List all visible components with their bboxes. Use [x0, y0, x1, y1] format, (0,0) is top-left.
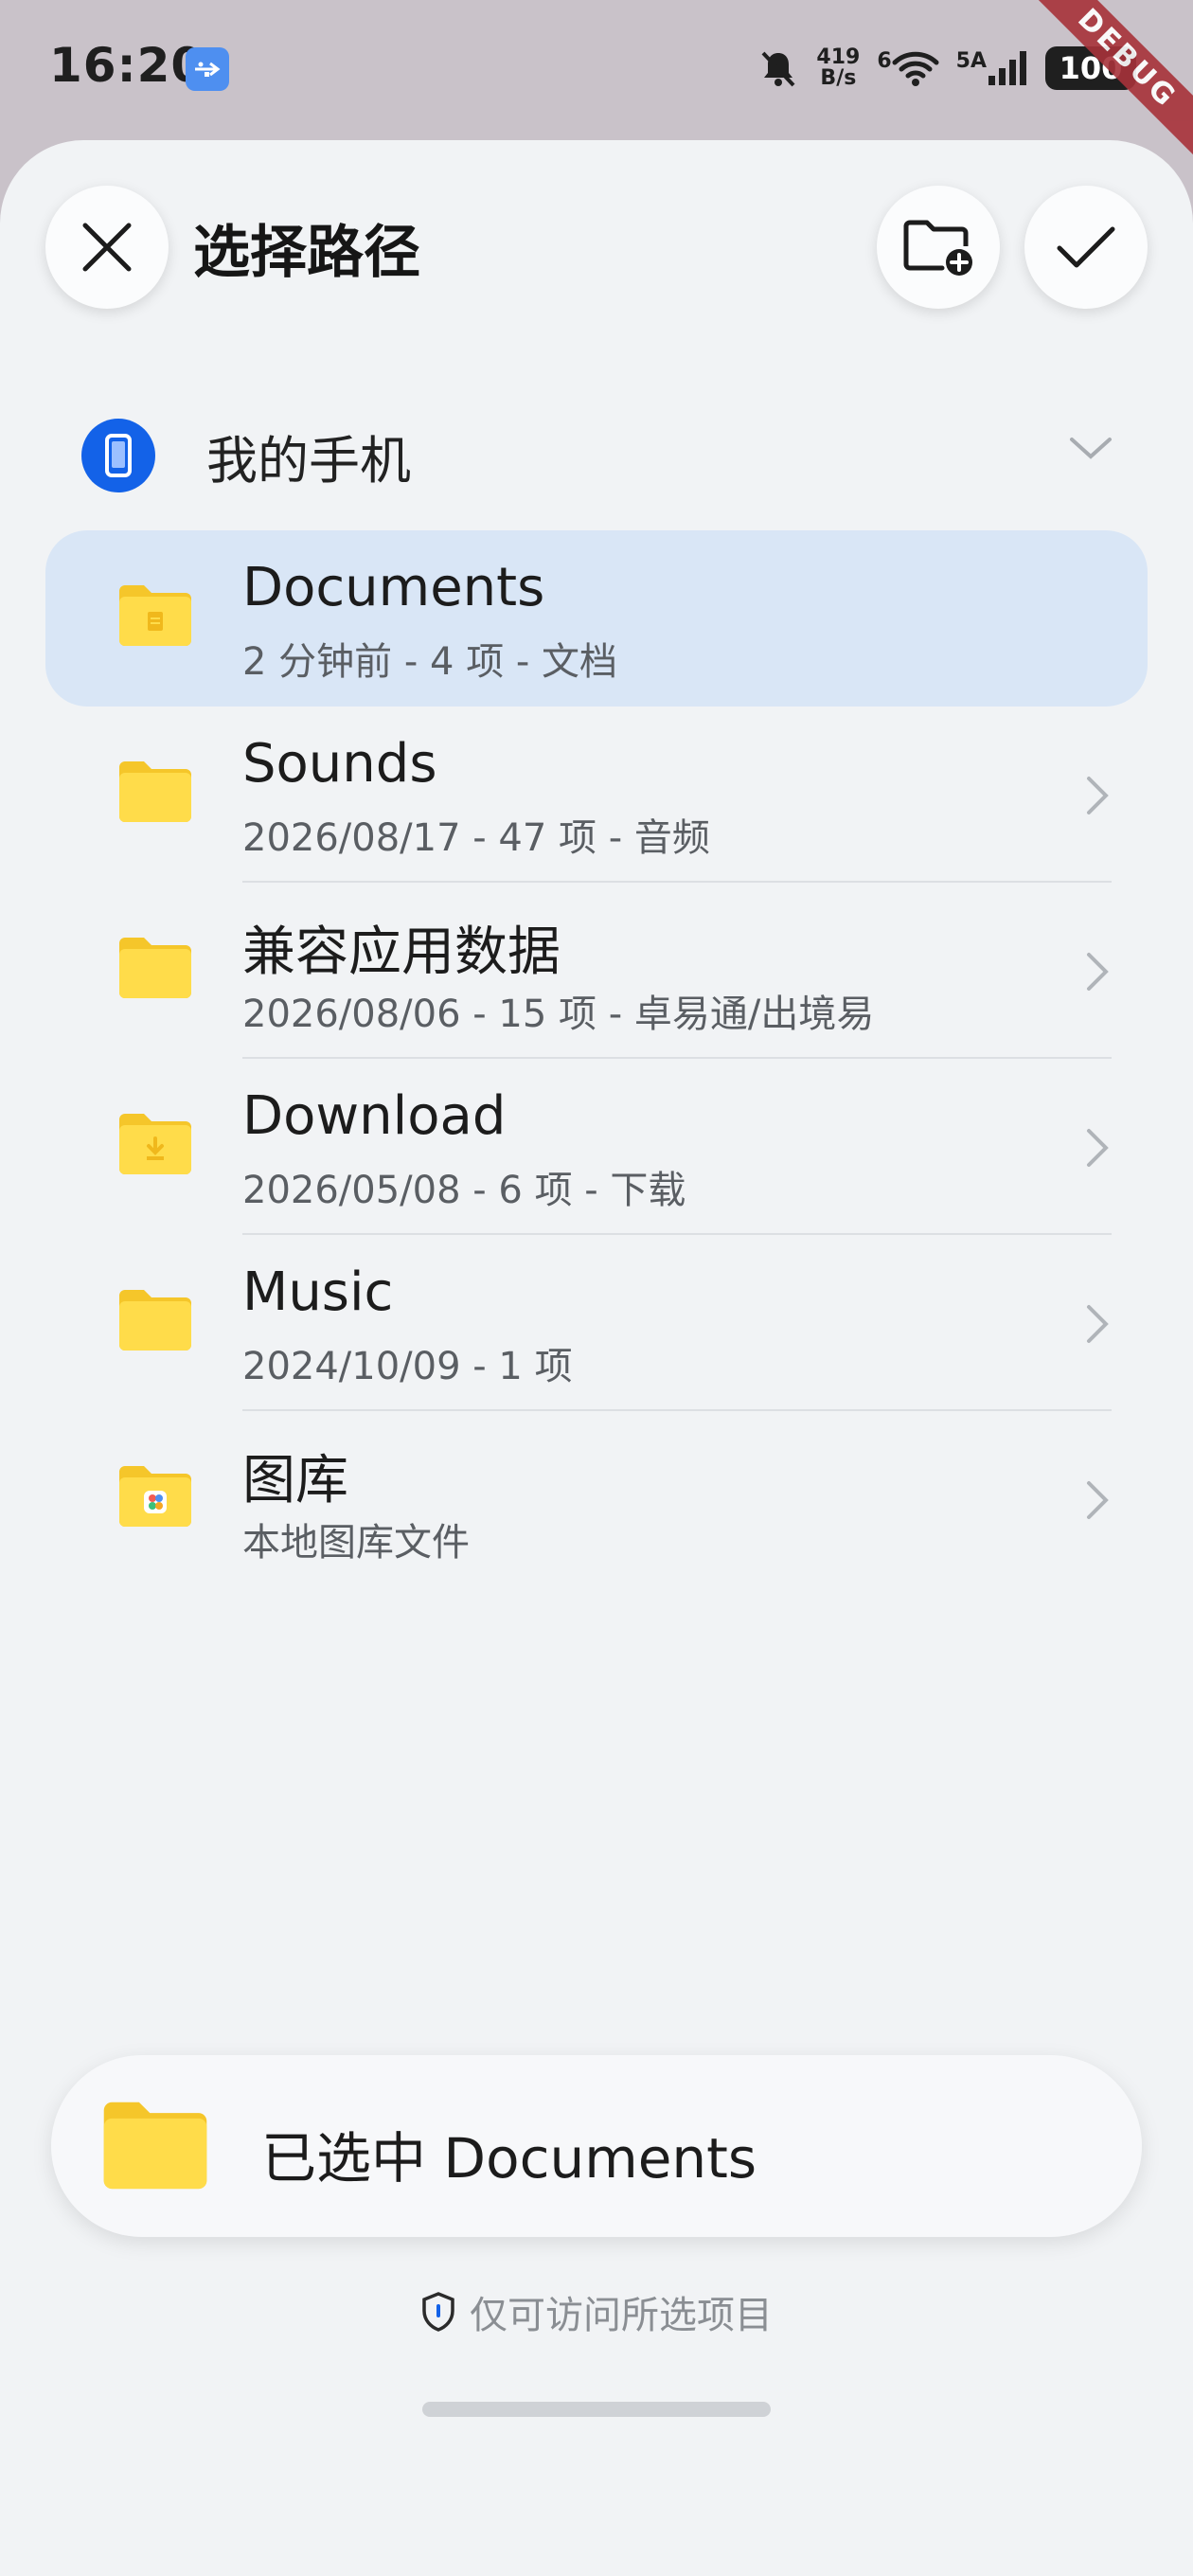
folder-name: 图库 — [242, 1450, 348, 1512]
access-note-text: 仅可访问所选项目 — [470, 2294, 773, 2337]
folder-icon — [119, 1290, 191, 1351]
confirm-button[interactable] — [1024, 186, 1148, 309]
chevron-right-icon — [1087, 777, 1109, 814]
chevron-down-icon — [1070, 438, 1112, 459]
folder-gallery-icon — [119, 1466, 191, 1527]
wifi-icon: 6 — [877, 49, 939, 87]
status-icons: 419 B/s 6 5A 100 — [757, 40, 1136, 97]
new-folder-button[interactable] — [877, 186, 1000, 309]
folder-meta: 2026/08/17 - 47 项 - 音频 — [242, 816, 710, 860]
chevron-right-icon — [1087, 953, 1109, 991]
folder-list: Documents 2 分钟前 - 4 项 - 文档 Sounds 2026/0… — [45, 530, 1148, 1587]
selected-path-text: 已选中 Documents — [261, 2126, 757, 2191]
folder-name: Music — [242, 1261, 394, 1323]
folder-icon — [103, 2102, 207, 2190]
phone-icon — [81, 419, 155, 492]
close-icon — [82, 223, 132, 272]
device-selector[interactable]: 我的手机 — [81, 403, 1113, 508]
folder-name: 兼容应用数据 — [242, 921, 561, 983]
folder-name: Sounds — [242, 733, 437, 795]
folder-download-icon — [119, 1114, 191, 1174]
status-time: 16:20 — [49, 38, 205, 93]
chevron-right-icon — [1087, 1481, 1109, 1519]
folder-row-sounds[interactable]: Sounds 2026/08/17 - 47 项 - 音频 — [45, 707, 1148, 883]
shield-icon — [422, 2292, 454, 2332]
folder-row-gallery[interactable]: 图库 本地图库文件 — [45, 1411, 1148, 1587]
folder-row-music[interactable]: Music 2024/10/09 - 1 项 — [45, 1235, 1148, 1411]
access-note: 仅可访问所选项目 — [0, 2284, 1193, 2339]
selected-path-bar[interactable]: 已选中 Documents — [51, 2055, 1142, 2237]
folder-meta: 2024/10/09 - 1 项 — [242, 1345, 573, 1388]
net-speed-value: 419 — [816, 45, 861, 69]
device-label: 我的手机 — [206, 430, 411, 491]
folder-meta: 2026/05/08 - 6 项 - 下载 — [242, 1169, 686, 1212]
folder-meta: 2026/08/06 - 15 项 - 卓易通/出境易 — [242, 993, 875, 1036]
folder-row-compat-data[interactable]: 兼容应用数据 2026/08/06 - 15 项 - 卓易通/出境易 — [45, 883, 1148, 1059]
folder-icon — [119, 938, 191, 998]
home-indicator[interactable] — [422, 2402, 771, 2417]
folder-name: Download — [242, 1085, 507, 1147]
chevron-right-icon — [1087, 1305, 1109, 1343]
cell-label: 5A — [955, 49, 987, 73]
folder-meta: 2 分钟前 - 4 项 - 文档 — [242, 640, 618, 684]
folder-name: Documents — [242, 557, 545, 618]
check-icon — [1057, 226, 1115, 268]
folder-meta: 本地图库文件 — [242, 1521, 470, 1565]
new-folder-icon — [903, 220, 972, 276]
usb-icon — [186, 47, 229, 91]
folder-row-documents[interactable]: Documents 2 分钟前 - 4 项 - 文档 — [45, 530, 1148, 707]
chevron-right-icon — [1087, 1129, 1109, 1167]
folder-documents-icon — [119, 585, 191, 646]
folder-icon — [119, 761, 191, 822]
status-bar: 16:20 419 B/s 6 5A 100 DEBUG — [0, 0, 1193, 174]
page-title: 选择路径 — [193, 220, 420, 286]
folder-row-download[interactable]: Download 2026/05/08 - 6 项 - 下载 — [45, 1059, 1148, 1235]
net-speed: 419 B/s — [816, 47, 860, 89]
close-button[interactable] — [45, 186, 169, 309]
net-speed-unit: B/s — [820, 66, 857, 90]
wifi-label: 6 — [877, 49, 892, 73]
cell-signal-icon: 5A — [956, 49, 1028, 87]
mute-bell-icon — [761, 51, 795, 87]
